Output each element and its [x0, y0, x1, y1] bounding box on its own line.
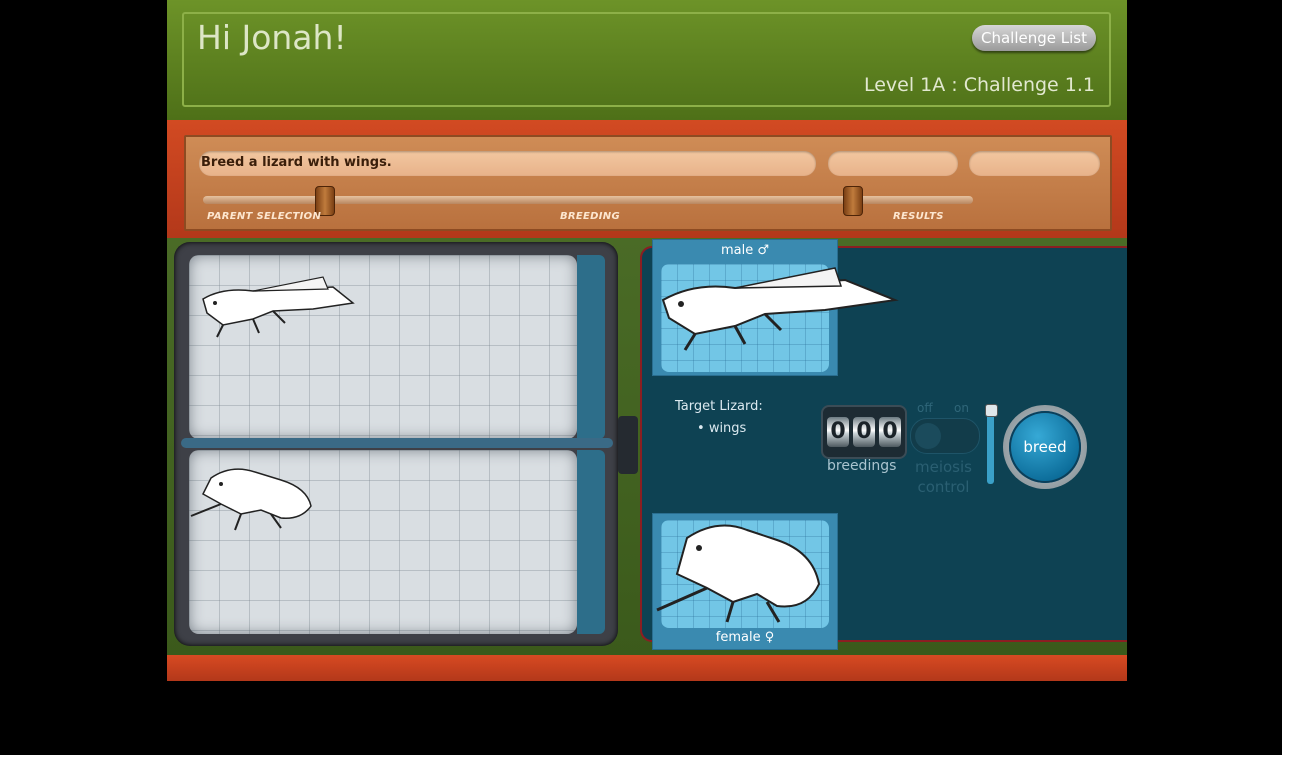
- meiosis-on-label: on: [954, 401, 969, 415]
- challenge-list-button[interactable]: Challenge List: [972, 25, 1096, 51]
- greeting-title: Hi Jonah!: [197, 18, 347, 57]
- meiosis-toggle[interactable]: [910, 418, 980, 454]
- female-lizard-icon: [190, 468, 312, 531]
- status-pill-1: [828, 151, 958, 176]
- male-slot-side: [577, 255, 605, 439]
- goal-text: Breed a lizard with wings.: [201, 155, 392, 170]
- speed-slider-track[interactable]: [987, 408, 994, 484]
- header-bar: Hi Jonah! Challenge List Level 1A : Chal…: [167, 0, 1127, 120]
- timeline-panel: [184, 135, 1112, 231]
- meiosis-label-line2: control: [917, 478, 970, 496]
- tray-connector: [618, 416, 638, 474]
- counter-digit-3: 0: [879, 417, 901, 447]
- breedings-label: breedings: [827, 458, 897, 474]
- male-parent-lizard-icon: [661, 267, 899, 351]
- speed-slider-knob[interactable]: [985, 404, 998, 417]
- female-label: female ♀: [715, 630, 775, 645]
- target-trait-wings: wings: [708, 421, 747, 436]
- breed-button[interactable]: breed: [1009, 411, 1081, 483]
- stage-breeding: BREEDING: [560, 211, 620, 222]
- female-parent-lizard-icon: [656, 524, 821, 623]
- breedings-counter: 0 0 0: [821, 405, 907, 459]
- level-label: Level 1A : Challenge 1.1: [863, 74, 1095, 96]
- female-parent-card[interactable]: female ♀: [652, 513, 838, 650]
- progress-knob-end[interactable]: [843, 186, 863, 216]
- male-parent-slot[interactable]: [189, 255, 577, 439]
- female-slot-side: [577, 450, 605, 634]
- bottom-wood-band: [167, 655, 1127, 681]
- stage-results: RESULTS: [893, 211, 944, 222]
- stage-parent-selection: PARENT SELECTION: [207, 211, 322, 222]
- male-label: male ♂: [720, 243, 770, 258]
- meiosis-label-line1: meiosis: [915, 458, 972, 476]
- tray-divider: [181, 438, 613, 448]
- female-parent-slot[interactable]: [189, 450, 577, 634]
- counter-digit-2: 0: [853, 417, 875, 447]
- target-lizard-title: Target Lizard:: [675, 399, 763, 414]
- male-parent-card[interactable]: male ♂: [652, 239, 899, 376]
- counter-digit-1: 0: [827, 417, 849, 447]
- meiosis-control-label: meiosis control: [915, 457, 972, 497]
- male-lizard-icon: [202, 276, 355, 338]
- meiosis-off-label: off: [917, 401, 933, 415]
- status-pill-2: [969, 151, 1100, 176]
- goal-box: Breed a lizard with wings.: [199, 151, 816, 176]
- target-trait-item: • wings: [697, 421, 747, 436]
- game-window: Hi Jonah! Challenge List Level 1A : Chal…: [167, 0, 1127, 681]
- meiosis-toggle-knob: [915, 423, 941, 449]
